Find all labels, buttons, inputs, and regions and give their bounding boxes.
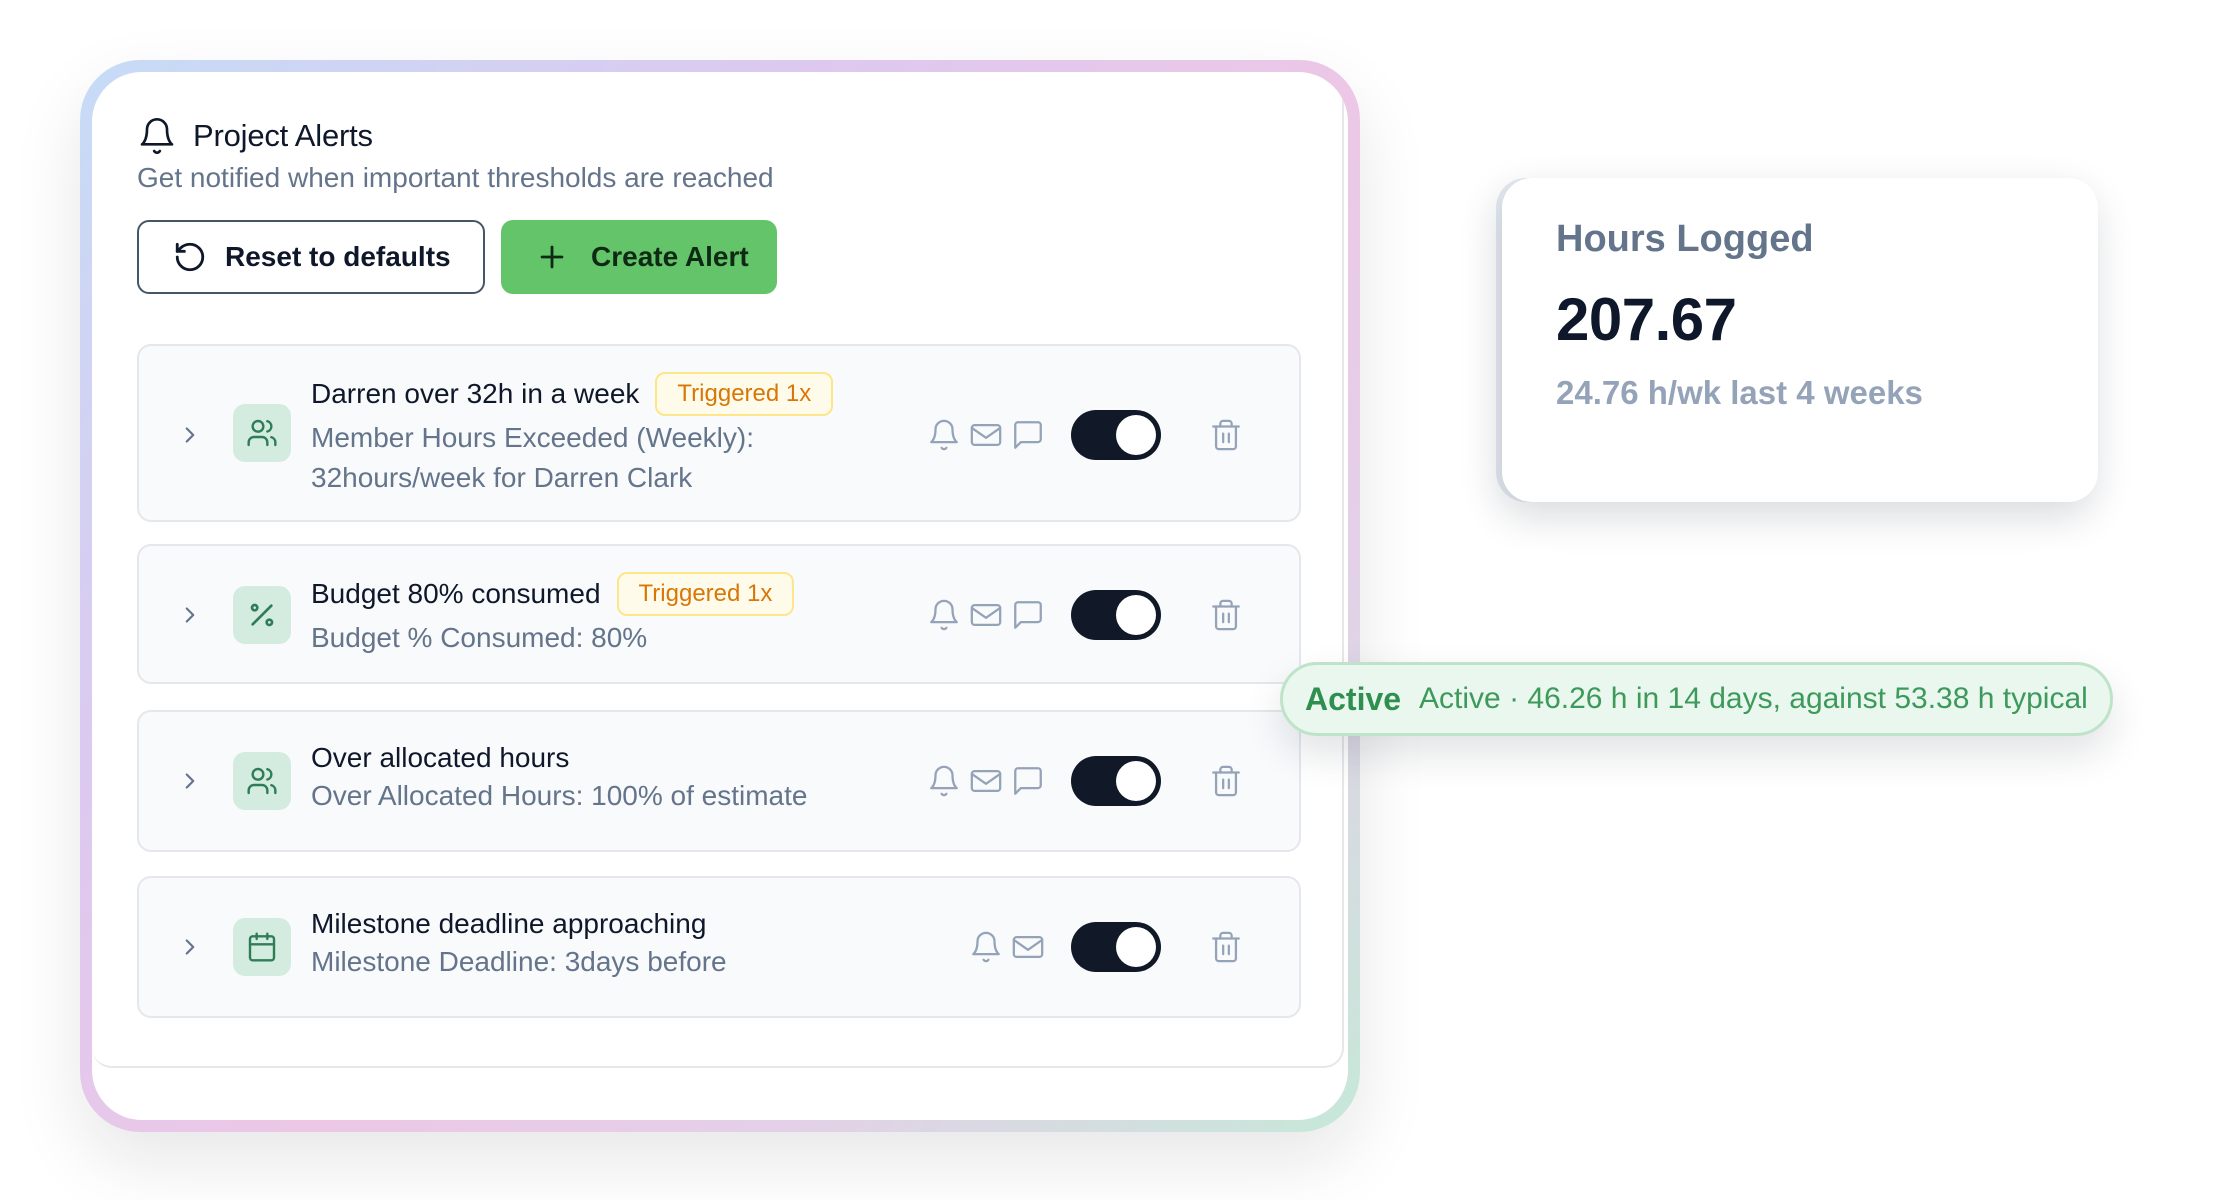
action-buttons: Reset to defaults Create Alert: [137, 220, 777, 294]
bell-icon[interactable]: [969, 930, 1003, 964]
create-alert-button[interactable]: Create Alert: [501, 220, 777, 294]
alert-type-icon: [233, 752, 291, 810]
trash-icon[interactable]: [1209, 418, 1243, 452]
bell-icon: [140, 118, 174, 154]
alert-text: Budget 80% consumed Triggered 1x Budget …: [311, 572, 795, 658]
chevron-right-icon[interactable]: [177, 934, 203, 960]
bell-icon[interactable]: [927, 418, 961, 452]
alert-enabled-toggle[interactable]: [1071, 922, 1161, 972]
alert-row[interactable]: Darren over 32h in a week Triggered 1x M…: [137, 344, 1301, 522]
message-icon[interactable]: [1011, 418, 1045, 452]
reset-defaults-label: Reset to defaults: [225, 241, 451, 272]
hours-logged-value: 207.67: [1556, 286, 1737, 353]
hours-logged-label: Hours Logged: [1556, 218, 1814, 260]
create-alert-label: Create Alert: [591, 241, 749, 272]
alert-enabled-toggle[interactable]: [1071, 590, 1161, 640]
panel-header: Project Alerts Get notified when importa…: [137, 116, 774, 194]
title-row: Project Alerts: [137, 116, 774, 156]
alert-enabled-toggle[interactable]: [1071, 756, 1161, 806]
toggle-knob: [1116, 927, 1156, 967]
triggered-badge: Triggered 1x: [616, 572, 795, 616]
alert-type-icon: [233, 586, 291, 644]
alert-name: Darren over 32h in a week: [311, 378, 640, 409]
page-title: Project Alerts: [193, 118, 373, 153]
alert-description: Budget % Consumed: 80%: [311, 622, 648, 653]
alert-name: Budget 80% consumed: [311, 578, 601, 609]
alert-description: Member Hours Exceeded (Weekly):: [311, 422, 754, 453]
alert-name-row: Darren over 32h in a week Triggered 1x: [311, 372, 834, 416]
alert-name: Over allocated hours: [311, 742, 570, 773]
active-status-label: Active: [1305, 680, 1402, 717]
alert-type-icon: [233, 918, 291, 976]
mail-icon[interactable]: [1011, 930, 1045, 964]
alert-name-row: Budget 80% consumed Triggered 1x: [311, 572, 795, 616]
trash-icon[interactable]: [1209, 598, 1243, 632]
alert-name-row: Milestone deadline approaching: [311, 908, 727, 940]
calendar-icon: [248, 932, 276, 962]
alert-name-row: Over allocated hours: [311, 742, 807, 774]
message-icon[interactable]: [1011, 764, 1045, 798]
chevron-right-icon[interactable]: [177, 602, 203, 628]
bell-icon[interactable]: [927, 764, 961, 798]
alerts-panel: Project Alerts Get notified when importa…: [92, 72, 1344, 1068]
alert-description: Milestone Deadline: 3days before: [311, 946, 727, 977]
mail-icon[interactable]: [969, 598, 1003, 632]
alert-text: Darren over 32h in a week Triggered 1x M…: [311, 372, 834, 498]
mail-icon[interactable]: [969, 764, 1003, 798]
chevron-right-icon[interactable]: [177, 768, 203, 794]
bell-icon[interactable]: [927, 598, 961, 632]
active-status-text: Active · 46.26 h in 14 days, against 53.…: [1419, 682, 2088, 715]
alert-row[interactable]: Budget 80% consumed Triggered 1x Budget …: [137, 544, 1301, 684]
hours-logged-card: Hours Logged 207.67 24.76 h/wk last 4 we…: [1502, 178, 2098, 502]
alert-description: Over Allocated Hours: 100% of estimate: [311, 780, 808, 811]
rotate-ccw-icon: [175, 242, 205, 272]
mail-icon[interactable]: [969, 418, 1003, 452]
alert-enabled-toggle[interactable]: [1071, 410, 1161, 460]
notification-channels: [927, 418, 1045, 452]
alert-description-line2: 32hours/week for Darren Clark: [311, 462, 693, 493]
alert-text: Over allocated hours Over Allocated Hour…: [311, 742, 807, 816]
chevron-right-icon[interactable]: [177, 422, 203, 448]
notification-channels: [927, 764, 1045, 798]
active-status-pill: Active Active · 46.26 h in 14 days, agai…: [1280, 662, 2113, 736]
page-subtitle: Get notified when important thresholds a…: [137, 162, 774, 193]
alert-row[interactable]: Milestone deadline approaching Milestone…: [137, 876, 1301, 1018]
alerts-card: Project Alerts Get notified when importa…: [92, 72, 1348, 1120]
plus-icon: [540, 245, 564, 269]
users-icon: [247, 767, 277, 795]
notification-channels: [969, 930, 1045, 964]
alerts-card-frame: Project Alerts Get notified when importa…: [80, 60, 1360, 1132]
users-icon: [247, 419, 277, 447]
percent-icon: [250, 603, 274, 627]
toggle-knob: [1116, 415, 1156, 455]
triggered-badge: Triggered 1x: [655, 372, 834, 416]
reset-defaults-button[interactable]: Reset to defaults: [137, 220, 485, 294]
trash-icon[interactable]: [1209, 930, 1243, 964]
alert-name: Milestone deadline approaching: [311, 908, 707, 939]
hours-logged-rate: 24.76 h/wk last 4 weeks: [1556, 374, 1923, 411]
notification-channels: [927, 598, 1045, 632]
alert-row[interactable]: Over allocated hours Over Allocated Hour…: [137, 710, 1301, 852]
alert-text: Milestone deadline approaching Milestone…: [311, 908, 727, 982]
message-icon[interactable]: [1011, 598, 1045, 632]
toggle-knob: [1116, 761, 1156, 801]
alert-type-icon: [233, 404, 291, 462]
trash-icon[interactable]: [1209, 764, 1243, 798]
toggle-knob: [1116, 595, 1156, 635]
